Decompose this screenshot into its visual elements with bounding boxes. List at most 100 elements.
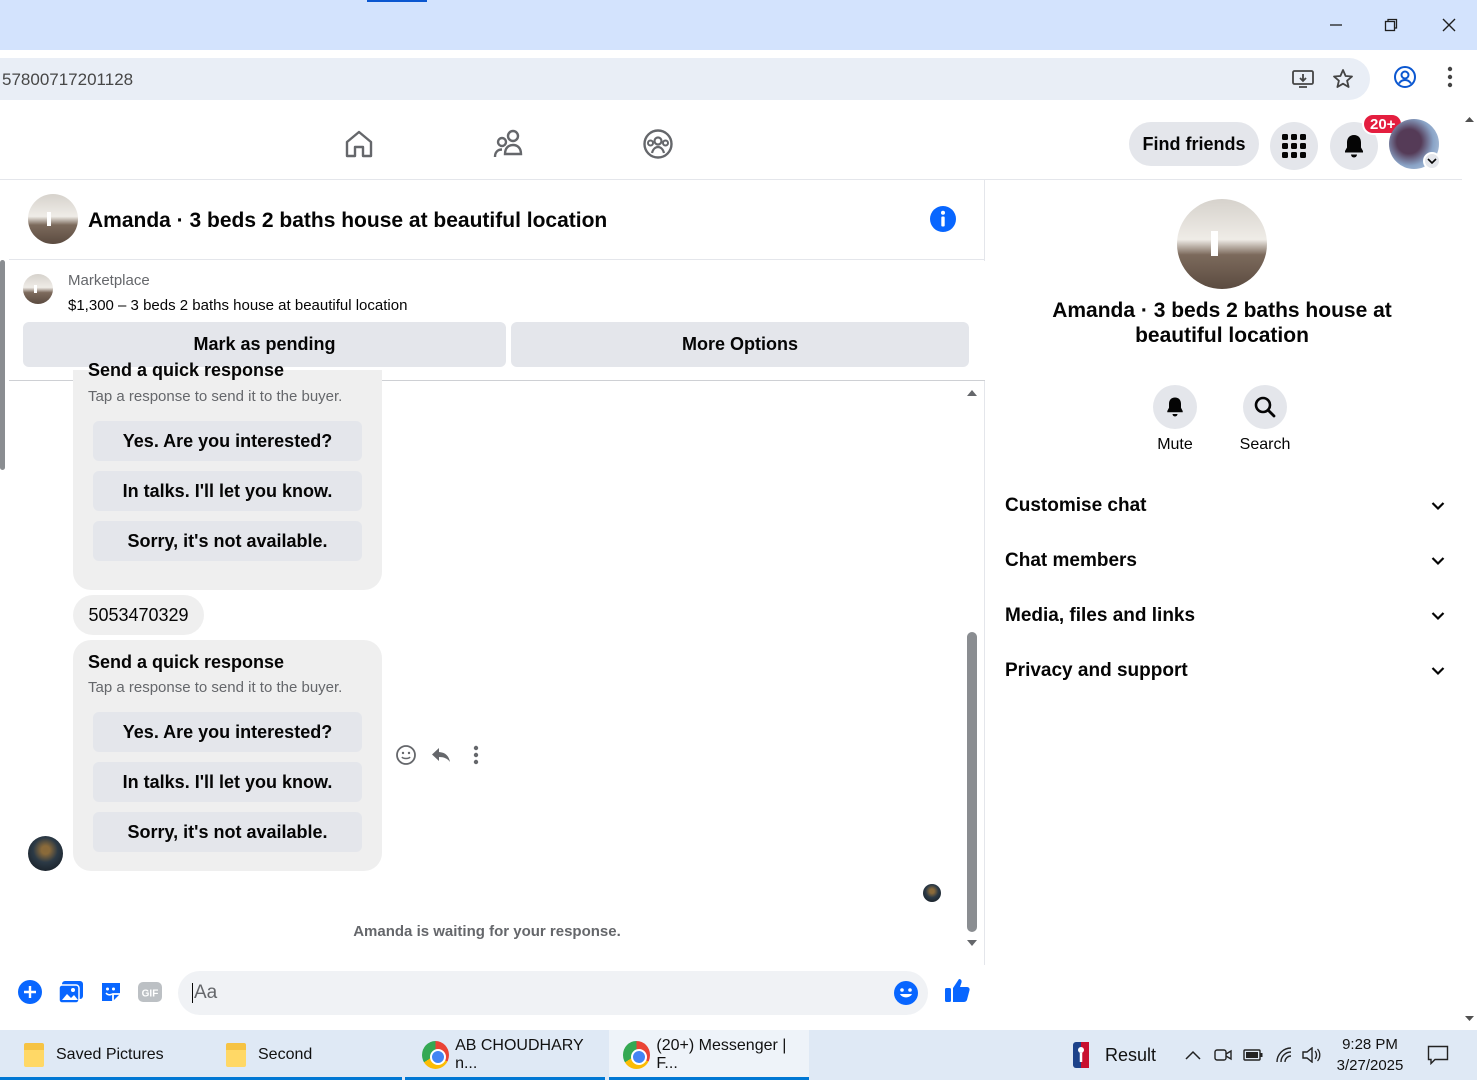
page-scrollbar[interactable] xyxy=(1462,108,1477,1030)
menu-grid-icon[interactable] xyxy=(1270,122,1318,170)
media-files-links-section[interactable]: Media, files and links xyxy=(1005,596,1445,636)
system-clock[interactable]: 9:28 PM 3/27/2025 xyxy=(1330,1034,1410,1076)
taskbar-item-chrome-messenger[interactable]: (20+) Messenger | F... xyxy=(609,1030,809,1080)
chrome-menu-icon[interactable] xyxy=(1437,66,1463,88)
quick-response-option[interactable]: Sorry, it's not available. xyxy=(93,521,362,561)
chevron-down-icon[interactable] xyxy=(1423,152,1441,170)
notification-center-icon[interactable] xyxy=(1426,1043,1450,1067)
message-bubble[interactable]: 5053470329 xyxy=(73,595,204,635)
clock-date: 3/27/2025 xyxy=(1336,1057,1404,1074)
message-scroll-thumb[interactable] xyxy=(967,632,977,932)
chat-members-section[interactable]: Chat members xyxy=(1005,541,1445,581)
quick-response-option[interactable]: Yes. Are you interested? xyxy=(93,421,362,461)
listing-profile-photo[interactable] xyxy=(1177,199,1267,289)
quick-response-option[interactable]: Yes. Are you interested? xyxy=(93,712,362,752)
taskbar-label: (20+) Messenger | F... xyxy=(656,1037,787,1072)
taskbar-item-saved-pictures[interactable]: Saved Pictures xyxy=(0,1030,202,1080)
chat-window: Amanda · 3 beds 2 baths house at beautif… xyxy=(9,180,985,1030)
profile-icon[interactable] xyxy=(1392,66,1418,88)
section-label: Chat members xyxy=(1005,550,1137,571)
chevron-down-icon xyxy=(1431,667,1445,676)
react-icon[interactable] xyxy=(394,743,418,767)
search-button[interactable]: Search xyxy=(1220,385,1310,454)
section-label: Privacy and support xyxy=(1005,660,1188,681)
taskbar-label: AB CHOUDHARY n... xyxy=(455,1037,584,1072)
sports-widget[interactable]: Result xyxy=(1073,1030,1163,1080)
more-icon[interactable] xyxy=(464,743,488,767)
conversation-info-panel: Amanda · 3 beds 2 baths house at beautif… xyxy=(986,180,1462,1030)
taskbar-label: Saved Pictures xyxy=(56,1046,164,1063)
nba-logo-icon xyxy=(1073,1042,1089,1068)
emoji-icon[interactable] xyxy=(893,980,919,1006)
omnibox[interactable]: 57800717201128 xyxy=(0,58,1370,100)
groups-icon[interactable] xyxy=(641,126,675,162)
left-scrollbar[interactable] xyxy=(0,180,9,1030)
find-friends-button[interactable]: Find friends xyxy=(1129,122,1259,166)
wifi-icon[interactable] xyxy=(1274,1045,1294,1065)
search-icon[interactable] xyxy=(1243,385,1287,429)
info-icon[interactable] xyxy=(930,206,956,232)
message-input[interactable]: Aa xyxy=(178,971,928,1015)
mute-label: Mute xyxy=(1157,436,1193,453)
minimize-icon[interactable] xyxy=(1321,10,1351,40)
message-composer: GIF Aa xyxy=(9,965,985,1030)
privacy-support-section[interactable]: Privacy and support xyxy=(1005,651,1445,691)
volume-icon[interactable] xyxy=(1301,1045,1321,1065)
bell-icon[interactable] xyxy=(1153,385,1197,429)
quick-response-option[interactable]: In talks. I'll let you know. xyxy=(93,762,362,802)
meet-now-icon[interactable] xyxy=(1213,1045,1233,1065)
chevron-up-icon[interactable] xyxy=(1183,1045,1203,1065)
install-app-icon[interactable] xyxy=(1290,68,1316,90)
mute-button[interactable]: Mute xyxy=(1130,385,1220,454)
quick-response-bubble: Send a quick response Tap a response to … xyxy=(73,640,382,871)
widget-label: Result xyxy=(1105,1044,1157,1065)
reply-icon[interactable] xyxy=(429,743,453,767)
svg-text:GIF: GIF xyxy=(142,989,159,1000)
folder-icon xyxy=(24,1043,44,1067)
customise-chat-section[interactable]: Customise chat xyxy=(1005,486,1445,526)
clock-time: 9:28 PM xyxy=(1342,1036,1398,1053)
more-options-button[interactable]: More Options xyxy=(511,322,969,367)
restore-icon[interactable] xyxy=(1376,10,1406,40)
facebook-top-nav: Find friends 20+ xyxy=(0,108,1462,180)
friends-icon[interactable] xyxy=(492,126,526,162)
conversation-name: Amanda · 3 beds 2 baths house at beautif… xyxy=(1052,299,1392,347)
home-icon[interactable] xyxy=(342,126,376,162)
waiting-status: Amanda is waiting for your response. xyxy=(353,923,621,940)
chat-title[interactable]: Amanda · 3 beds 2 baths house at beautif… xyxy=(88,209,607,233)
section-label: Customise chat xyxy=(1005,495,1147,516)
chevron-down-icon xyxy=(1431,612,1445,621)
chevron-down-icon xyxy=(1431,502,1445,511)
listing-title[interactable]: $1,300 – 3 beds 2 baths house at beautif… xyxy=(68,297,407,314)
sticker-icon[interactable] xyxy=(98,979,124,1005)
marketplace-label: Marketplace xyxy=(68,272,150,289)
photo-icon[interactable] xyxy=(58,979,84,1005)
chrome-icon xyxy=(623,1041,651,1069)
taskbar-item-second[interactable]: Second xyxy=(202,1030,402,1080)
message-input-placeholder: Aa xyxy=(192,982,218,1003)
like-icon[interactable] xyxy=(942,975,972,1005)
address-bar-row: 57800717201128 xyxy=(0,50,1477,108)
close-icon[interactable] xyxy=(1434,10,1464,40)
search-label: Search xyxy=(1239,436,1291,453)
taskbar-item-chrome-ab-choudhary[interactable]: AB CHOUDHARY n... xyxy=(405,1030,605,1080)
url-text[interactable]: 57800717201128 xyxy=(2,70,133,90)
quick-response-option[interactable]: Sorry, it's not available. xyxy=(93,812,362,852)
quick-response-option[interactable]: In talks. I'll let you know. xyxy=(93,471,362,511)
browser-titlebar xyxy=(0,0,1477,50)
battery-icon[interactable] xyxy=(1243,1045,1263,1065)
quick-response-subtitle: Tap a response to send it to the buyer. xyxy=(88,679,343,696)
taskbar-label: Second xyxy=(258,1046,313,1063)
section-label: Media, files and links xyxy=(1005,605,1196,626)
quick-response-title: Send a quick response xyxy=(88,652,285,672)
gif-icon[interactable]: GIF xyxy=(137,979,163,1005)
listing-avatar[interactable] xyxy=(28,194,78,244)
chrome-icon xyxy=(422,1041,450,1069)
quick-response-title: Send a quick response xyxy=(88,360,285,380)
quick-response-bubble: Send a quick response Tap a response to … xyxy=(73,360,382,590)
bookmark-star-icon[interactable] xyxy=(1330,68,1356,90)
read-receipt-avatar xyxy=(923,884,941,902)
listing-thumbnail[interactable] xyxy=(23,274,53,304)
plus-icon[interactable] xyxy=(17,979,43,1005)
sender-avatar[interactable] xyxy=(28,836,63,871)
